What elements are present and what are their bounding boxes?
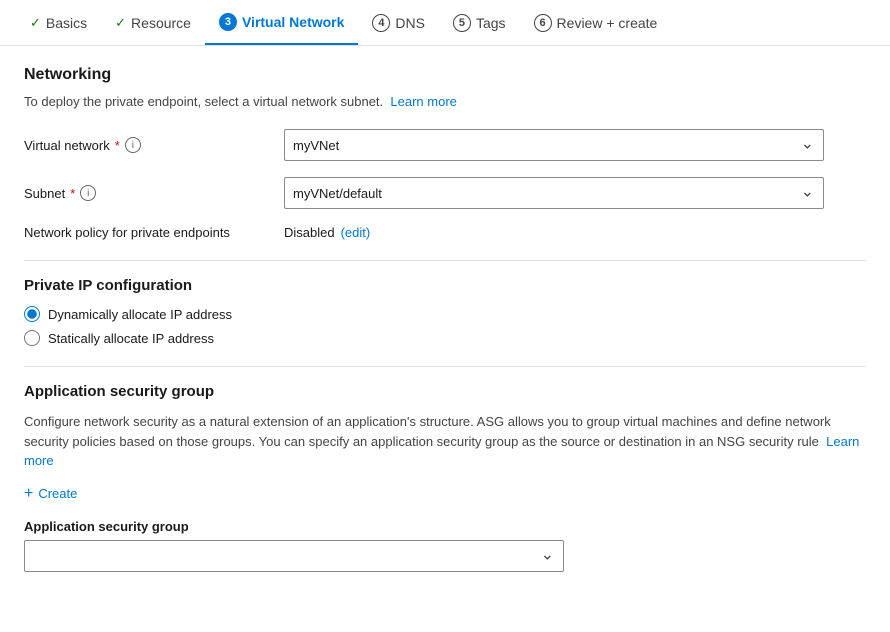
private-ip-title: Private IP configuration xyxy=(24,277,866,294)
static-ip-label: Statically allocate IP address xyxy=(48,331,214,346)
basics-check-icon: ✓ xyxy=(30,15,41,31)
static-ip-radio-item[interactable]: Statically allocate IP address xyxy=(24,330,866,346)
virtual-network-select[interactable]: myVNet xyxy=(284,129,824,161)
virtual-network-required: * xyxy=(115,138,120,153)
network-policy-row: Network policy for private endpoints Dis… xyxy=(24,225,866,240)
subnet-label: Subnet * i xyxy=(24,185,284,201)
networking-description: To deploy the private endpoint, select a… xyxy=(24,94,866,109)
asg-select[interactable] xyxy=(24,540,564,572)
dns-number: 4 xyxy=(372,14,390,32)
networking-title: Networking xyxy=(24,66,866,84)
virtual-network-number: 3 xyxy=(219,13,237,31)
virtual-network-row: Virtual network * i myVNet xyxy=(24,129,866,161)
resource-check-icon: ✓ xyxy=(115,15,126,31)
create-asg-button[interactable]: + Create xyxy=(24,485,77,503)
divider-1 xyxy=(24,260,866,261)
tab-virtual-network[interactable]: 3 Virtual Network xyxy=(205,0,358,45)
virtual-network-info-icon[interactable]: i xyxy=(125,137,141,153)
tags-number: 5 xyxy=(453,14,471,32)
virtual-network-select-wrapper: myVNet xyxy=(284,129,824,161)
divider-2 xyxy=(24,366,866,367)
virtual-network-control: myVNet xyxy=(284,129,824,161)
dynamic-ip-radio[interactable] xyxy=(24,306,40,322)
tab-review-create-label: Review + create xyxy=(557,15,658,31)
networking-learn-more-link[interactable]: Learn more xyxy=(390,94,456,109)
network-policy-edit-link[interactable]: (edit) xyxy=(341,225,371,240)
subnet-info-icon[interactable]: i xyxy=(80,185,96,201)
asg-select-container xyxy=(24,540,564,572)
main-content: Networking To deploy the private endpoin… xyxy=(0,46,890,592)
network-policy-status: Disabled xyxy=(284,225,335,240)
asg-description: Configure network security as a natural … xyxy=(24,412,866,471)
asg-desc-text: Configure network security as a natural … xyxy=(24,414,831,449)
tab-tags[interactable]: 5 Tags xyxy=(439,0,520,45)
subnet-select-wrapper: myVNet/default xyxy=(284,177,824,209)
tab-tags-label: Tags xyxy=(476,15,506,31)
review-number: 6 xyxy=(534,14,552,32)
subnet-label-text: Subnet xyxy=(24,186,65,201)
private-ip-radio-group: Dynamically allocate IP address Statical… xyxy=(24,306,866,346)
network-policy-label: Network policy for private endpoints xyxy=(24,225,284,240)
subnet-select[interactable]: myVNet/default xyxy=(284,177,824,209)
tab-bar: ✓ Basics ✓ Resource 3 Virtual Network 4 … xyxy=(0,0,890,46)
virtual-network-label-text: Virtual network xyxy=(24,138,110,153)
create-btn-label: Create xyxy=(38,486,77,501)
dynamic-ip-label: Dynamically allocate IP address xyxy=(48,307,232,322)
tab-virtual-network-label: Virtual Network xyxy=(242,14,344,30)
network-policy-value: Disabled (edit) xyxy=(284,225,370,240)
static-ip-radio[interactable] xyxy=(24,330,40,346)
tab-resource-label: Resource xyxy=(131,15,191,31)
subnet-row: Subnet * i myVNet/default xyxy=(24,177,866,209)
subnet-required: * xyxy=(70,186,75,201)
virtual-network-label: Virtual network * i xyxy=(24,137,284,153)
asg-field-label: Application security group xyxy=(24,519,866,534)
tab-dns-label: DNS xyxy=(395,15,425,31)
asg-select-wrapper xyxy=(24,540,564,572)
tab-basics[interactable]: ✓ Basics xyxy=(16,0,101,45)
tab-dns[interactable]: 4 DNS xyxy=(358,0,439,45)
tab-resource[interactable]: ✓ Resource xyxy=(101,0,205,45)
dynamic-ip-radio-item[interactable]: Dynamically allocate IP address xyxy=(24,306,866,322)
tab-basics-label: Basics xyxy=(46,15,87,31)
networking-desc-text: To deploy the private endpoint, select a… xyxy=(24,94,383,109)
tab-review-create[interactable]: 6 Review + create xyxy=(520,0,672,45)
plus-icon: + xyxy=(24,485,33,503)
subnet-control: myVNet/default xyxy=(284,177,824,209)
asg-title: Application security group xyxy=(24,383,866,400)
